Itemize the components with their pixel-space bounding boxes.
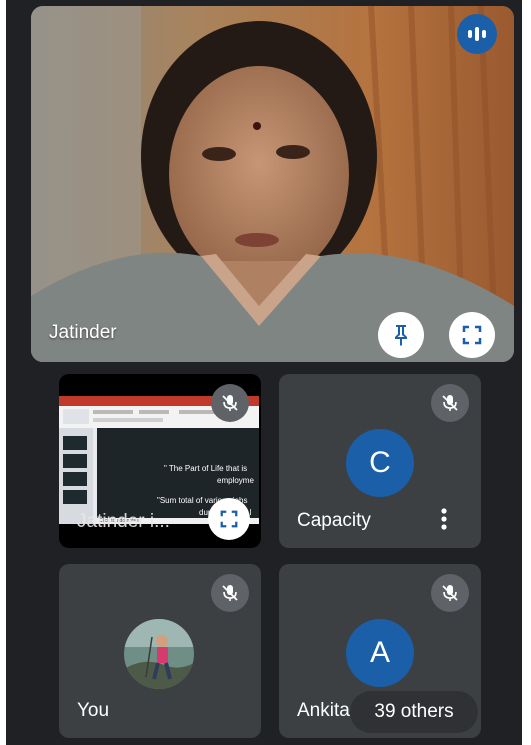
more-options-button[interactable]: [437, 506, 451, 532]
audio-level-icon: [468, 27, 486, 41]
mic-off-icon: [442, 585, 458, 601]
main-speaker-tile[interactable]: Jatinder: [31, 6, 514, 362]
pin-button[interactable]: [378, 312, 424, 358]
screen-share-name: Jatinder i...: [77, 511, 170, 532]
others-participants-button[interactable]: 39 others: [350, 691, 478, 733]
mic-off-indicator: [431, 574, 469, 612]
screen-share-tile[interactable]: " The Part of Life that is employme "Sum…: [59, 374, 261, 548]
more-vert-icon: [441, 508, 447, 530]
mic-off-icon: [222, 585, 238, 601]
audio-level-indicator: [457, 14, 497, 54]
mic-off-icon: [442, 395, 458, 411]
avatar: [124, 619, 194, 689]
participant-name: Ankita: [297, 700, 350, 721]
screen-share-fullscreen-button[interactable]: [208, 498, 250, 540]
slide-text-1: " The Part of Life that is: [164, 464, 248, 473]
main-speaker-name: Jatinder: [49, 322, 117, 343]
participant-tile-capacity[interactable]: C Capacity: [279, 374, 481, 548]
fullscreen-button[interactable]: [449, 312, 495, 358]
participant-tile-you[interactable]: You: [59, 564, 261, 738]
participant-name: You: [77, 700, 110, 721]
avatar: C: [346, 429, 414, 497]
speaker-video: [31, 6, 514, 362]
participant-name: Capacity: [297, 510, 371, 531]
mic-off-icon: [222, 395, 238, 411]
pin-icon: [395, 325, 407, 346]
fullscreen-icon: [462, 325, 482, 345]
slide-text-2: employme: [217, 476, 254, 485]
mic-off-indicator: [431, 384, 469, 422]
mic-off-indicator: [211, 384, 249, 422]
meeting-stage: Jatinder " The Part of Life that is empl…: [6, 0, 522, 745]
fullscreen-icon: [220, 510, 238, 528]
mic-off-indicator: [211, 574, 249, 612]
avatar: A: [346, 619, 414, 687]
